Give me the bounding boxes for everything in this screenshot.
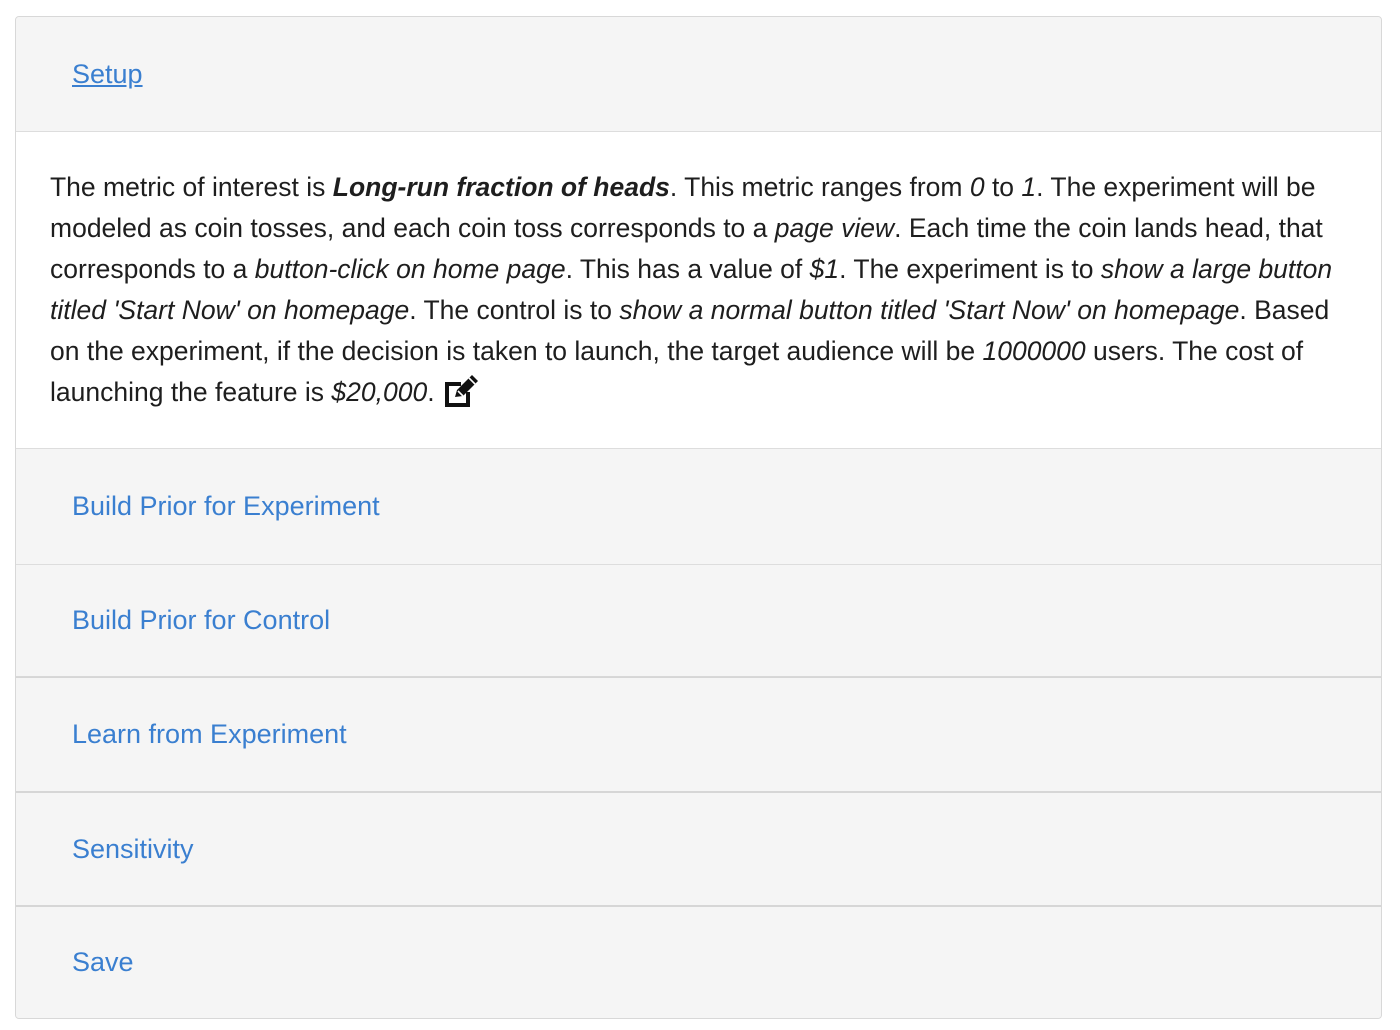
panel-heading-save[interactable]: Save: [16, 905, 1381, 1018]
panel-heading-build-prior-control[interactable]: Build Prior for Control: [16, 564, 1381, 677]
edit-icon[interactable]: [441, 373, 481, 409]
target-audience: 1000000: [982, 336, 1086, 366]
panel-heading-sensitivity[interactable]: Sensitivity: [16, 791, 1381, 905]
sensitivity-link[interactable]: Sensitivity: [72, 834, 194, 865]
event: button-click on home page: [254, 254, 566, 284]
save-link[interactable]: Save: [72, 947, 134, 978]
panel-heading-learn-from-experiment[interactable]: Learn from Experiment: [16, 677, 1381, 791]
setup-text: . The control is to: [409, 295, 620, 325]
setup-text: . This metric ranges from: [669, 172, 970, 202]
setup-text: The metric of interest is: [50, 172, 333, 202]
setup-panel-body: The metric of interest is Long-run fract…: [16, 131, 1381, 448]
learn-from-experiment-link[interactable]: Learn from Experiment: [72, 719, 347, 750]
control-description: show a normal button titled 'Start Now' …: [619, 295, 1240, 325]
launch-cost: $20,000: [331, 377, 428, 407]
build-prior-control-link[interactable]: Build Prior for Control: [72, 605, 330, 636]
range-max: 1: [1021, 172, 1037, 202]
metric-name: Long-run fraction of heads: [332, 172, 670, 202]
setup-text: .: [427, 377, 435, 407]
build-prior-experiment-link[interactable]: Build Prior for Experiment: [72, 491, 380, 522]
range-min: 0: [969, 172, 985, 202]
accordion: Setup The metric of interest is Long-run…: [15, 16, 1382, 1019]
setup-text: to: [984, 172, 1022, 202]
panel-heading-build-prior-experiment[interactable]: Build Prior for Experiment: [16, 448, 1381, 564]
setup-text: . The experiment is to: [839, 254, 1101, 284]
unit: page view: [774, 213, 895, 243]
value: $1: [809, 254, 840, 284]
setup-text: . This has a value of: [565, 254, 810, 284]
panel-heading-setup[interactable]: Setup: [16, 17, 1381, 131]
setup-link[interactable]: Setup: [72, 59, 143, 90]
